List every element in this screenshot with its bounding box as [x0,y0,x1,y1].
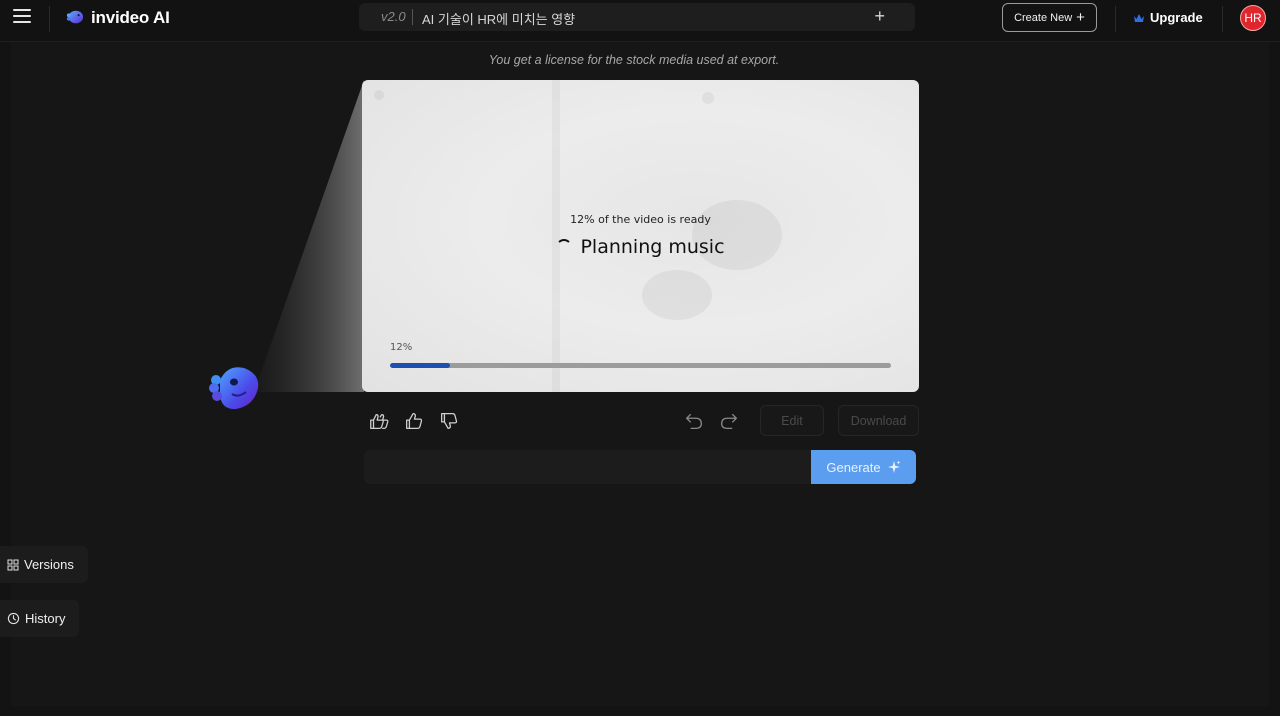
project-version[interactable]: v2.0 [381,9,406,24]
top-bar: invideo AI v2.0 AI 기술이 HR에 미치는 영향 + Crea… [0,0,1280,42]
history-label: History [25,611,66,626]
prompt-input[interactable] [364,450,814,484]
hamburger-icon[interactable] [13,9,31,25]
fish-mascot [209,367,259,410]
upgrade-label: Upgrade [1150,10,1203,25]
progress-label: 12% [390,342,413,353]
versions-tab[interactable]: Versions [0,546,88,583]
history-tab[interactable]: History [0,600,79,637]
generate-label: Generate [826,459,881,475]
progress-bar [390,363,891,368]
header-divider [49,6,50,32]
crown-icon [1134,13,1144,22]
undo-icon[interactable] [683,410,705,432]
create-new-label: Create New [1014,11,1073,24]
create-new-button[interactable]: Create New + [1002,3,1097,32]
brand-name[interactable]: invideo AI [91,8,170,28]
versions-label: Versions [24,557,74,572]
video-preview[interactable]: 12% of the video is ready Planning music… [362,80,919,392]
license-note: You get a license for the stock media us… [488,53,780,67]
texture-blot [374,90,384,100]
avatar[interactable]: HR [1240,5,1266,31]
texture-blot [642,270,712,320]
light-beam [254,80,364,392]
redo-icon[interactable] [718,410,740,432]
render-status-text: Planning music [580,236,725,258]
invideo-logo-icon[interactable] [66,8,84,26]
header-divider [1115,6,1116,32]
upgrade-button[interactable]: Upgrade [1133,10,1203,25]
loading-spinner-icon [556,239,573,255]
plus-icon: + [1076,9,1085,26]
project-title[interactable]: AI 기술이 HR에 미치는 영향 [422,9,575,28]
edit-button[interactable]: Edit [760,405,824,436]
double-thumbs-up-icon[interactable] [368,410,390,432]
render-status: Planning music [362,236,919,258]
title-separator [412,9,413,25]
texture-blot [702,92,714,104]
grid-icon [7,559,19,570]
plus-icon[interactable]: + [874,6,885,27]
texture-blot [692,200,782,270]
generate-button[interactable]: Generate [811,450,916,484]
thumbs-up-icon[interactable] [403,410,425,432]
app-root: invideo AI v2.0 AI 기술이 HR에 미치는 영향 + Crea… [0,0,1280,716]
progress-fill [390,363,451,368]
sparkle-icon [887,460,901,473]
download-button[interactable]: Download [838,405,919,436]
project-title-bar[interactable]: v2.0 AI 기술이 HR에 미치는 영향 + [359,3,915,31]
clock-icon [7,612,20,625]
thumbs-down-icon[interactable] [438,410,460,432]
ready-percentage-text: 12% of the video is ready [570,213,711,226]
header-divider [1222,6,1223,32]
